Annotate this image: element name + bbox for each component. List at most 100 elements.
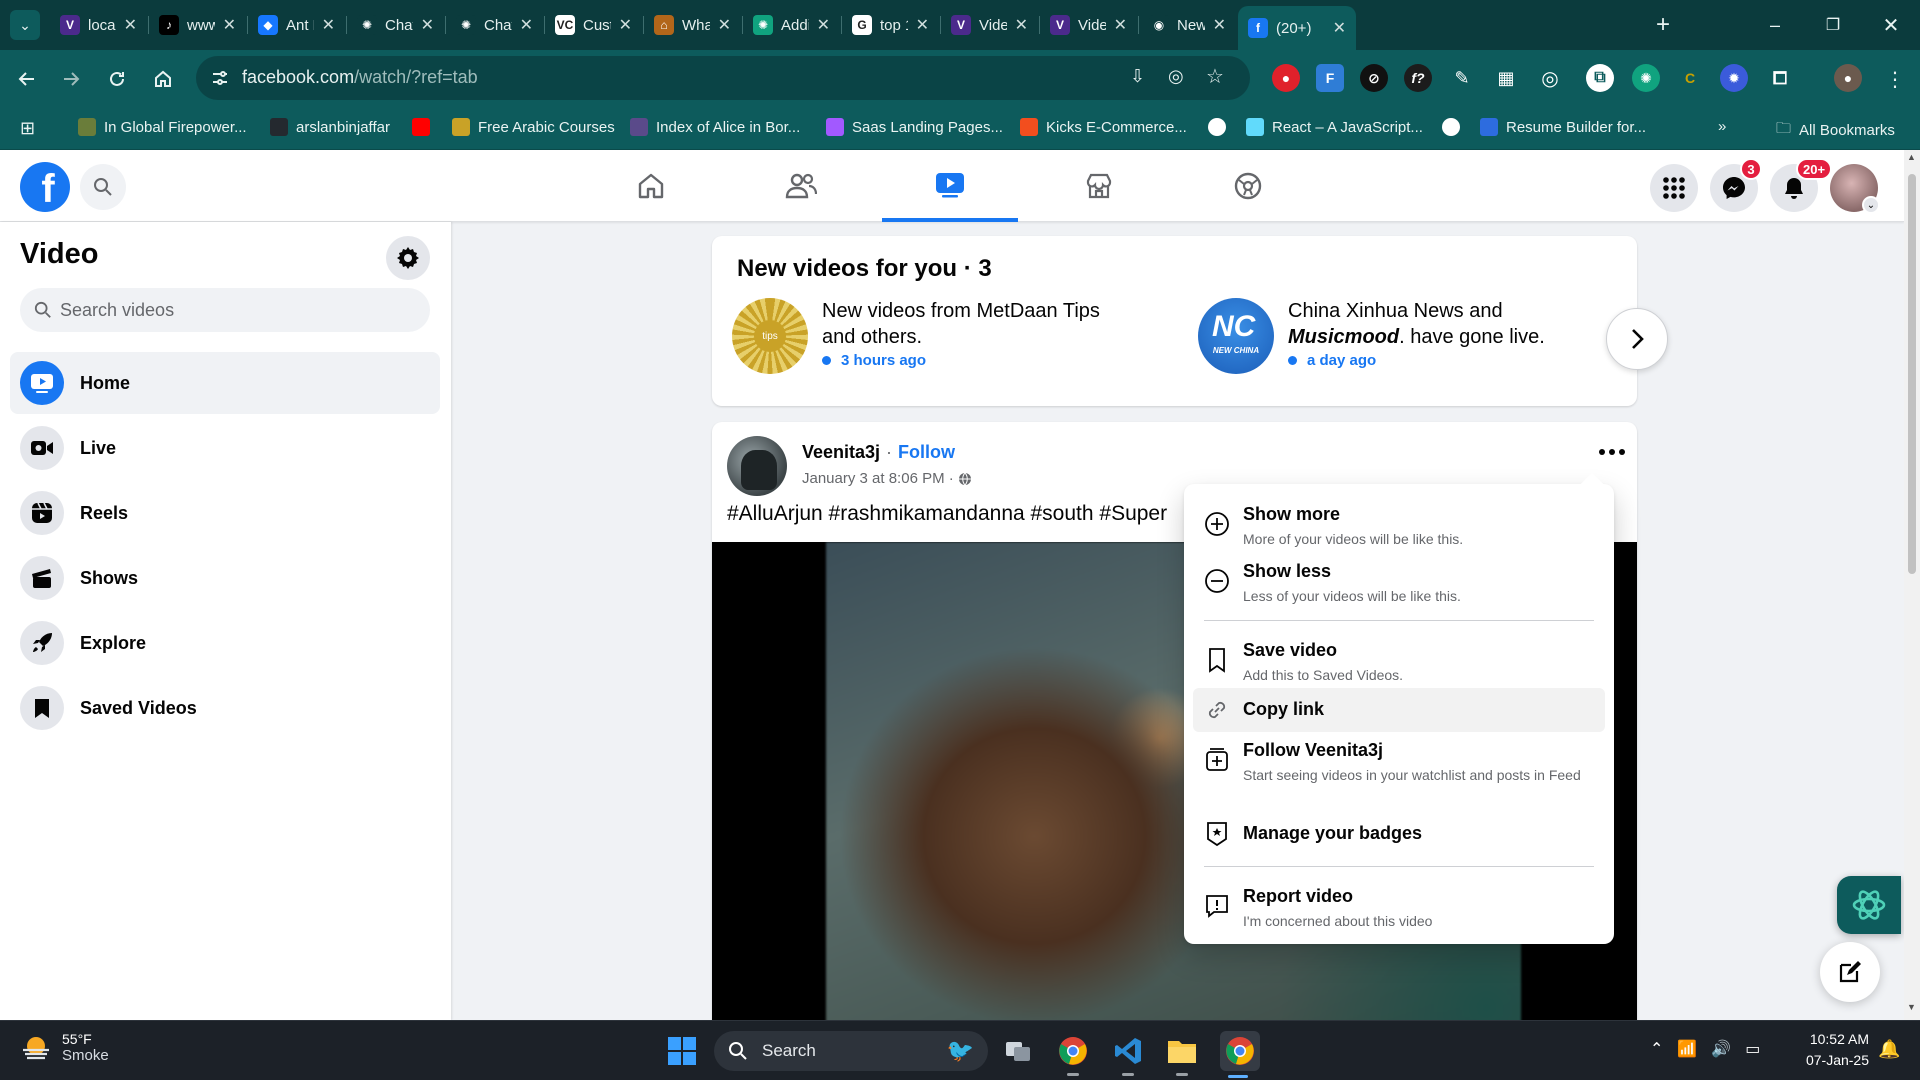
close-tab-icon[interactable]: ✕ bbox=[619, 15, 632, 35]
menu-item-show-less[interactable]: Show less Less of your videos will be li… bbox=[1193, 555, 1605, 611]
back-button[interactable] bbox=[12, 64, 42, 94]
browser-tab[interactable]: ⌂ What ✕ bbox=[644, 8, 741, 42]
bookmark-item[interactable]: arslanbinjaffar bbox=[270, 118, 390, 136]
home-button[interactable] bbox=[148, 64, 178, 94]
extension-c-icon[interactable]: C bbox=[1676, 64, 1704, 92]
extensions-puzzle-icon[interactable]: ⧠ bbox=[1766, 64, 1794, 92]
chevron-down-icon[interactable]: ⌄ bbox=[1862, 196, 1880, 214]
menu-item-manage-badges[interactable]: Manage your badges bbox=[1193, 812, 1605, 856]
chrome-profile-app-icon[interactable] bbox=[1220, 1031, 1260, 1078]
restore-window-button[interactable]: ❐ bbox=[1818, 10, 1848, 40]
reload-button[interactable] bbox=[102, 64, 132, 94]
profile-avatar[interactable]: ● bbox=[1834, 64, 1862, 92]
new-video-notification[interactable]: tips New videos from MetDaan Tips and ot… bbox=[732, 296, 1152, 376]
tab-search-button[interactable]: ⌄ bbox=[10, 10, 40, 40]
more-bookmarks-button[interactable]: » bbox=[1718, 118, 1726, 135]
post-date[interactable]: January 3 at 8:06 PM · bbox=[802, 470, 954, 487]
bookmark-item[interactable] bbox=[412, 118, 438, 136]
menu-item-copy-link[interactable]: Copy link bbox=[1193, 688, 1605, 732]
follow-link[interactable]: Follow bbox=[898, 442, 955, 463]
new-tab-button[interactable]: + bbox=[1648, 10, 1678, 40]
scroll-up-arrow[interactable]: ▲ bbox=[1907, 152, 1916, 162]
browser-tab[interactable]: ◉ New ✕ bbox=[1139, 8, 1236, 42]
notification-bell-icon[interactable]: 🔔 bbox=[1878, 1039, 1900, 1060]
file-explorer-icon[interactable] bbox=[1164, 1033, 1200, 1076]
chatgpt-floating-button[interactable] bbox=[1837, 876, 1901, 934]
extension-red-icon[interactable]: ● bbox=[1272, 64, 1300, 92]
extension-qr-icon[interactable]: ▦ bbox=[1492, 64, 1520, 92]
bookmark-item[interactable]: In Global Firepower... bbox=[78, 118, 247, 136]
bookmark-item[interactable]: React – A JavaScript... bbox=[1246, 118, 1423, 136]
menu-item-report-video[interactable]: Report video I'm concerned about this vi… bbox=[1193, 880, 1605, 936]
extension-compass-icon[interactable]: ⊘ bbox=[1360, 64, 1388, 92]
compose-message-button[interactable] bbox=[1820, 942, 1880, 1002]
bookmark-item[interactable]: Kicks E-Commerce... bbox=[1020, 118, 1187, 136]
extension-chatgpt-icon[interactable]: ✺ bbox=[1632, 64, 1660, 92]
notifications-button[interactable]: 20+ bbox=[1770, 158, 1833, 212]
nav-gaming-tab[interactable] bbox=[1180, 150, 1316, 222]
vscode-app-icon[interactable] bbox=[1110, 1033, 1146, 1076]
clock[interactable]: 10:52 AM 07-Jan-25 bbox=[1795, 1029, 1869, 1071]
chevron-up-icon[interactable]: ⌃ bbox=[1650, 1039, 1663, 1059]
browser-tab[interactable]: Gtop 1 ✕ bbox=[842, 8, 939, 42]
forward-button[interactable] bbox=[56, 64, 86, 94]
browser-tab[interactable]: ◆ Ant Design ✕ bbox=[248, 8, 345, 42]
apps-grid-icon[interactable]: ⊞ bbox=[20, 118, 35, 139]
sidebar-item-explore[interactable]: Explore bbox=[10, 612, 440, 674]
page-scrollbar[interactable]: ▲ ▼ bbox=[1904, 150, 1920, 1020]
search-videos-input[interactable]: Search videos bbox=[20, 288, 430, 332]
sidebar-item-live[interactable]: Live bbox=[10, 417, 440, 479]
eye-off-icon[interactable]: ◎ bbox=[1168, 66, 1184, 87]
bookmark-item[interactable]: Saas Landing Pages... bbox=[826, 118, 1003, 136]
close-tab-icon[interactable]: ✕ bbox=[223, 15, 236, 35]
facebook-search-button[interactable] bbox=[80, 164, 126, 210]
close-window-button[interactable]: ✕ bbox=[1876, 10, 1906, 40]
close-tab-icon[interactable]: ✕ bbox=[520, 15, 533, 35]
address-bar[interactable]: facebook.com/watch/?ref=tab ⇩ ◎ ☆ bbox=[196, 56, 1250, 100]
extension-burst-icon[interactable]: ✹ bbox=[1720, 64, 1748, 92]
browser-tab[interactable]: Vlocalhost ✕ bbox=[50, 8, 147, 42]
extension-target-icon[interactable]: ◎ bbox=[1536, 64, 1564, 92]
volume-icon[interactable]: 🔊 bbox=[1711, 1039, 1731, 1059]
nav-marketplace-tab[interactable] bbox=[1031, 150, 1167, 222]
close-tab-icon[interactable]: ✕ bbox=[718, 15, 731, 35]
browser-tab[interactable]: ✺ Adding ✕ bbox=[743, 8, 840, 42]
site-info-icon[interactable] bbox=[210, 68, 230, 88]
bookmark-item[interactable]: Index of Alice in Bor... bbox=[630, 118, 800, 136]
browser-tab[interactable]: V Video ✕ bbox=[1040, 8, 1137, 42]
sidebar-item-saved-videos[interactable]: Saved Videos bbox=[10, 677, 440, 739]
author-name[interactable]: Veenita3j bbox=[802, 442, 880, 463]
close-tab-icon[interactable]: ✕ bbox=[1213, 15, 1226, 35]
browser-tab[interactable]: ✺ ChatGPT ✕ bbox=[446, 8, 543, 42]
next-arrow-button[interactable] bbox=[1606, 308, 1668, 370]
browser-tab[interactable]: ♪ www.tiktok ✕ bbox=[149, 8, 246, 42]
start-button[interactable] bbox=[664, 1033, 700, 1069]
menu-grid-button[interactable] bbox=[1650, 164, 1698, 212]
close-tab-icon[interactable]: ✕ bbox=[916, 15, 929, 35]
author-avatar[interactable] bbox=[727, 436, 787, 496]
browser-tab[interactable]: V Video ✕ bbox=[941, 8, 1038, 42]
close-tab-icon[interactable]: ✕ bbox=[322, 15, 335, 35]
extension-copy-icon[interactable]: ⧉ bbox=[1586, 64, 1614, 92]
all-bookmarks-button[interactable]: 🗀 All Bookmarks bbox=[1776, 118, 1895, 143]
menu-item-follow[interactable]: Follow Veenita3j Start seeing videos in … bbox=[1193, 734, 1605, 808]
extension-fx-icon[interactable]: f? bbox=[1404, 64, 1432, 92]
scroll-down-arrow[interactable]: ▼ bbox=[1907, 1002, 1916, 1012]
close-tab-icon[interactable]: ✕ bbox=[124, 15, 137, 35]
sidebar-item-home[interactable]: Home bbox=[10, 352, 440, 414]
nav-friends-tab[interactable] bbox=[733, 150, 869, 222]
nav-video-tab[interactable] bbox=[882, 150, 1018, 222]
bookmark-star-icon[interactable]: ☆ bbox=[1206, 64, 1224, 89]
extension-eyedropper-icon[interactable]: ✎ bbox=[1448, 64, 1476, 92]
sidebar-item-reels[interactable]: Reels bbox=[10, 482, 440, 544]
chrome-app-icon[interactable] bbox=[1055, 1033, 1091, 1076]
browser-menu-button[interactable]: ⋮ bbox=[1880, 64, 1910, 94]
install-app-icon[interactable]: ⇩ bbox=[1130, 66, 1145, 87]
weather-widget[interactable]: 55°F Smoke bbox=[20, 1031, 109, 1064]
close-tab-icon[interactable]: ✕ bbox=[1114, 15, 1127, 35]
close-tab-icon[interactable]: ✕ bbox=[1015, 15, 1028, 35]
new-video-notification[interactable]: NEW CHINA NC China Xinhua News and Music… bbox=[1198, 296, 1618, 376]
menu-item-show-more[interactable]: Show more More of your videos will be li… bbox=[1193, 498, 1605, 554]
messenger-button[interactable]: 3 bbox=[1710, 158, 1762, 212]
bookmark-item[interactable]: Free Arabic Courses bbox=[452, 118, 615, 136]
